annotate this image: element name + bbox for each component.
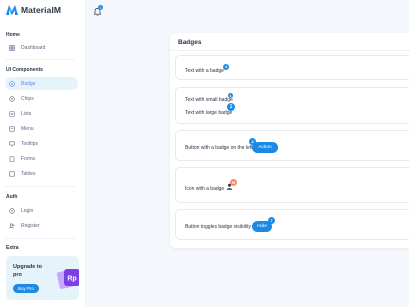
action-button[interactable]: Action [252,142,278,153]
example-text: Button toggles badge visibility [185,224,251,230]
upgrade-art-label: Rp [67,276,76,283]
large-badge-text: Text with large badge [185,110,233,116]
sidebar-item-menu[interactable]: Menu [5,122,78,135]
button-badge-row: Button with a badge on the left Action 4 [175,130,409,161]
badges-card: Badges Text with a badge 4 Text with sma… [170,33,409,248]
toggle-badge-row: Button toggles badge visibility Hide 7 [175,209,409,240]
sidebar-item-label: Badge [21,80,36,87]
divider [5,59,75,60]
sidebar-item-register[interactable]: Register [5,219,78,232]
section-title-extra: Extra [6,245,19,251]
sidebar-item-label: Tables [21,170,36,177]
chip-icon [9,95,15,102]
materialm-logo-icon [6,5,18,15]
notification-badge: 1 [98,5,103,10]
section-title-auth: Auth [6,194,18,200]
user-plus-icon [9,222,15,229]
buy-pro-button[interactable]: Buy Pro [13,284,39,293]
sidebar-item-chips[interactable]: Chips [5,92,78,105]
sidebar-item-label: Tooltips [21,140,38,147]
sidebar: MaterialM Home Dashboard UI Components B… [0,0,86,307]
table-icon [9,171,15,177]
divider [5,238,75,239]
sidebar-item-label: Login [21,207,34,214]
badge-example-row: Text with a badge 4 [175,55,409,80]
example-text: Text with a badge [185,68,224,74]
error-badge: 99 [230,179,237,186]
sidebar-item-label: Lists [21,110,32,117]
layout-icon [9,44,15,51]
brand[interactable]: MaterialM [6,4,61,16]
section-title-ui-components: UI Components [6,67,43,73]
sidebar-item-lists[interactable]: Lists [5,107,78,120]
upgrade-card: Upgrade to pro Buy Pro Rp [6,256,79,300]
form-icon [9,155,15,162]
brand-name: MaterialM [21,5,62,15]
sidebar-item-dashboard[interactable]: Dashboard [5,41,78,54]
badge-size-row: Text with small badge 1 Text with large … [175,87,409,124]
card-title: Badges [178,39,202,46]
sidebar-item-forms[interactable]: Forms [5,152,78,165]
example-text: Button with a badge on the left [185,145,253,151]
upgrade-title: Upgrade to pro [13,264,43,278]
section-title-home: Home [6,32,20,38]
toggle-badge: 7 [268,217,275,224]
sidebar-item-label: Menu [21,125,34,132]
sidebar-item-login[interactable]: Login [5,204,78,217]
small-badge-text: Text with small badge [185,97,233,103]
badge-icon [9,80,15,87]
sidebar-item-badge[interactable]: Badge [5,77,78,90]
sidebar-item-label: Forms [21,155,36,162]
list-icon [9,110,15,117]
sidebar-item-label: Register [21,222,40,229]
example-text: Icon with a badge [185,186,225,192]
sidebar-item-label: Dashboard [21,44,46,51]
rocket-illustration-icon: Rp [56,269,79,289]
sidebar-item-tables[interactable]: Tables [5,167,78,180]
login-icon [9,207,15,214]
sidebar-item-label: Chips [21,95,34,102]
divider [170,50,409,51]
icon-badge-row: Icon with a badge 99 [175,167,409,203]
large-badge: 1 [227,103,235,111]
count-badge: 4 [223,64,229,70]
tooltip-icon [9,141,15,147]
sidebar-item-tooltips[interactable]: Tooltips [5,137,78,150]
button-badge: 4 [249,138,256,145]
menu-icon [9,126,15,132]
divider [5,186,75,187]
small-badge: 1 [228,93,233,98]
